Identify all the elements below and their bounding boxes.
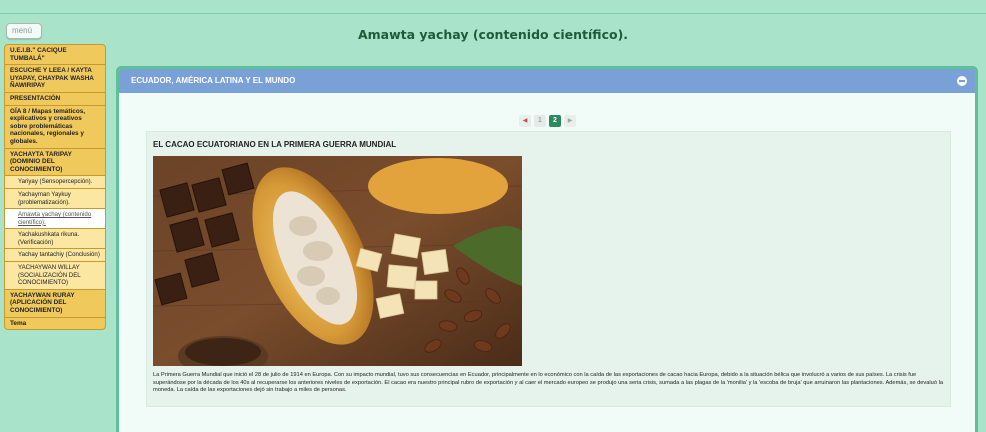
- sidebar-item-yachakushkata-rikuna[interactable]: Yachakushkata rikuna. (Verificación): [5, 229, 105, 250]
- sidebar-item-school[interactable]: U.E.I.B." CACIQUE TUMBALÁ": [5, 45, 105, 66]
- page-title: Amawta yachay (contenido científico).: [357, 27, 629, 42]
- page-1-button[interactable]: 1: [534, 115, 546, 127]
- panel-header[interactable]: ECUADOR, AMÉRICA LATINA Y EL MUNDO: [119, 69, 975, 93]
- next-page-button[interactable]: ▶: [564, 115, 576, 127]
- sidebar-item-yachaywan-willay[interactable]: YACHAYWAN WILLAY (SOCIALIZACIÓN DEL CONO…: [5, 262, 105, 290]
- sidebar-item-yachay-tantachiy[interactable]: Yachay tantachiy (Conclusión): [5, 249, 105, 263]
- sidebar-item-presentacion[interactable]: PRESENTACIÓN: [5, 93, 105, 106]
- prev-page-button[interactable]: ◀: [519, 115, 531, 127]
- cacao-photo: [153, 156, 522, 366]
- article-body: La Primera Guerra Mundial que inició el …: [153, 372, 943, 394]
- sidebar-item-amawta-yachay[interactable]: Amawta yachay (contenido científico).: [5, 209, 105, 230]
- article-title: EL CACAO ECUATORIANO EN LA PRIMERA GUERR…: [153, 140, 397, 149]
- page-2-button[interactable]: 2: [549, 115, 561, 127]
- sidebar-item-yachaywan-ruray[interactable]: YACHAYWAN RURAY (APLICACIÓN DEL CONOCIMI…: [5, 290, 105, 318]
- sidebar-item-tema[interactable]: Tema: [5, 318, 105, 330]
- sidebar-item-escuche[interactable]: ESCUCHE Y LEEA / KAYTA UYAPAY, CHAYPAK W…: [5, 65, 105, 93]
- sidebar-item-guia-8[interactable]: GÍA 8 / Mapas temáticos, explicativos y …: [5, 106, 105, 149]
- panel-title: ECUADOR, AMÉRICA LATINA Y EL MUNDO: [131, 76, 296, 85]
- sidebar-item-yachayta-taripay[interactable]: YACHAYTA TARIPAY (DOMINIO DEL CONOCIMIEN…: [5, 149, 105, 177]
- top-divider: [0, 13, 986, 14]
- collapse-icon[interactable]: [957, 76, 967, 86]
- article-card: EL CACAO ECUATORIANO EN LA PRIMERA GUERR…: [146, 131, 951, 407]
- sidebar-item-yariyay[interactable]: Yariyay (Sensopercepción).: [5, 176, 105, 189]
- pagination: ◀ 1 2 ▶: [519, 115, 576, 127]
- sidebar: U.E.I.B." CACIQUE TUMBALÁ" ESCUCHE Y LEE…: [4, 44, 106, 331]
- content-panel: ECUADOR, AMÉRICA LATINA Y EL MUNDO ◀ 1 2…: [116, 66, 978, 432]
- sidebar-item-yachayman-yaykuy[interactable]: Yachayman Yaykuy (problematización).: [5, 188, 105, 210]
